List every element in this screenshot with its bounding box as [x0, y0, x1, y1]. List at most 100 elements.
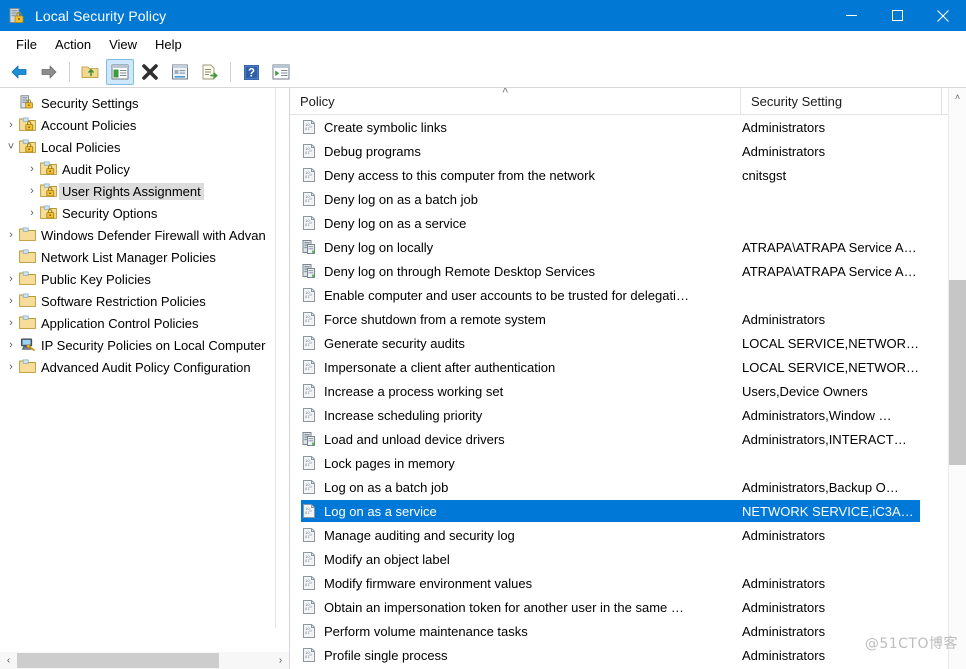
policy-name: Debug programs [324, 143, 421, 159]
list-vertical-scrollbar[interactable]: ˄ [948, 88, 966, 669]
back-icon[interactable] [5, 59, 33, 85]
policy-doc-icon: 10 01 0 [301, 407, 317, 423]
tree-item-local-policies[interactable]: ˅ Local Policies [0, 136, 289, 158]
folder-icon [19, 249, 36, 265]
chevron-right-icon[interactable]: › [24, 205, 40, 221]
menu-bar: File Action View Help [0, 31, 966, 57]
scroll-right-arrow-icon[interactable]: › [272, 652, 289, 669]
tree-item-security-options[interactable]: › Security Options [0, 202, 289, 224]
security-setting-value: NETWORK SERVICE,iC3A… [742, 503, 914, 519]
tree-item-user-rights-assignment[interactable]: › User Rights Assignment [0, 180, 289, 202]
chevron-right-icon[interactable]: › [3, 337, 19, 353]
policy-row[interactable]: 10 01 0 Deny log on as a batch job [290, 187, 966, 211]
folder-icon [19, 315, 36, 331]
tree-item-public-key-policies[interactable]: › Public Key Policies [0, 268, 289, 290]
list-vscroll-thumb[interactable] [949, 280, 966, 465]
policy-row[interactable]: 10 01 0 Lock pages in memory [290, 451, 966, 475]
policy-row[interactable]: 10 01 0 Generate security audits LOCAL SERVI… [290, 331, 966, 355]
menu-file[interactable]: File [7, 34, 46, 55]
tree-hscroll-thumb[interactable] [17, 653, 219, 668]
chevron-right-icon[interactable]: › [3, 293, 19, 309]
security-setting-value: ATRAPA\ATRAPA Service A… [742, 263, 917, 279]
policy-row[interactable]: 10 01 0 Create symbolic links Administrators [290, 115, 966, 139]
policy-name: Deny log on as a service [324, 215, 467, 231]
policy-doc-icon: 10 01 0 [301, 503, 317, 519]
policy-row[interactable]: 10 01 0 Obtain an impersonation token for a… [290, 595, 966, 619]
policy-row[interactable]: Deny log on through Remote Desktop Servi… [290, 259, 966, 283]
tree-item-label: Network List Manager Policies [41, 249, 216, 265]
forward-icon[interactable] [35, 59, 63, 85]
policy-row[interactable]: 10 01 0 Modify firmware environment values A… [290, 571, 966, 595]
policy-doc-icon: 10 01 0 [301, 167, 317, 183]
tree-item-label: Local Policies [41, 139, 121, 155]
policy-doc-icon: 10 01 0 [301, 335, 317, 351]
export-list-icon[interactable] [196, 59, 224, 85]
tree-item-security-settings[interactable]: Security Settings [0, 92, 289, 114]
show-hide-action-pane-icon[interactable] [267, 59, 295, 85]
tree-item-label: Application Control Policies [41, 315, 199, 331]
tree-vertical-scrollbar[interactable] [275, 88, 289, 628]
policy-name: Modify firmware environment values [324, 575, 533, 591]
tree-hscroll-track[interactable] [17, 652, 272, 669]
tree-item-account-policies[interactable]: › Account Policies [0, 114, 289, 136]
policy-row[interactable]: Load and unload device drivers Administra… [290, 427, 966, 451]
chevron-right-icon[interactable]: › [3, 315, 19, 331]
close-button[interactable] [920, 0, 966, 31]
chevron-down-icon[interactable]: ˅ [3, 139, 19, 155]
minimize-button[interactable] [828, 0, 874, 31]
policy-doc-icon: 10 01 0 [301, 527, 317, 543]
policy-row[interactable]: 10 01 0 Perform volume maintenance tasks Adm… [290, 619, 966, 643]
policy-row[interactable]: 10 01 0 Impersonate a client after authenti… [290, 355, 966, 379]
policy-row[interactable]: 10 01 0 Deny log on as a service [290, 211, 966, 235]
tree-item-audit-policy[interactable]: › Audit Policy [0, 158, 289, 180]
policy-doc-icon: 10 01 0 [301, 599, 317, 615]
tree-item-advanced-audit-policy-configuration[interactable]: › Advanced Audit Policy Configuration [0, 356, 289, 378]
tree-item-application-control-policies[interactable]: › Application Control Policies [0, 312, 289, 334]
svg-text:?: ? [247, 67, 254, 79]
policy-folder-icon [40, 161, 57, 177]
policy-row[interactable]: 10 01 0 Manage auditing and security log Adm… [290, 523, 966, 547]
show-hide-console-tree-icon[interactable] [106, 59, 134, 85]
tree-item-windows-defender-firewall-with-advan[interactable]: › Windows Defender Firewall with Advan [0, 224, 289, 246]
chevron-right-icon[interactable]: › [3, 227, 19, 243]
policy-row[interactable]: Deny log on locally ATRAPA\ATRAPA Service… [290, 235, 966, 259]
tree-item-network-list-manager-policies[interactable]: Network List Manager Policies [0, 246, 289, 268]
toolbar-separator-2 [230, 62, 231, 82]
policy-row[interactable]: 10 01 0 Log on as a batch job Administrators… [290, 475, 966, 499]
maximize-button[interactable] [874, 0, 920, 31]
chevron-right-icon[interactable]: › [3, 117, 19, 133]
policy-row[interactable]: 10 01 0 Debug programs Administrators [290, 139, 966, 163]
security-policy-icon [8, 7, 26, 25]
policy-row[interactable]: 10 01 0 Deny access to this computer from t… [290, 163, 966, 187]
help-icon[interactable]: ? [237, 59, 265, 85]
policy-name: Deny log on as a batch job [324, 191, 478, 207]
chevron-right-icon[interactable]: › [3, 271, 19, 287]
policy-row[interactable]: 10 01 0 Log on as a service NETWORK SERVICE,… [290, 499, 966, 523]
policy-row[interactable]: 10 01 0 Profile single process Administrator… [290, 643, 966, 667]
chevron-right-icon[interactable]: › [3, 359, 19, 375]
policy-row[interactable]: 10 01 0 Increase a process working set Users… [290, 379, 966, 403]
scroll-left-arrow-icon[interactable]: ‹ [0, 652, 17, 669]
menu-view[interactable]: View [100, 34, 146, 55]
up-one-level-icon[interactable] [76, 59, 104, 85]
scroll-up-arrow-icon[interactable]: ˄ [949, 88, 966, 105]
tree-item-ip-security-policies-on-local-computer[interactable]: › IP Security Policies on Local Computer [0, 334, 289, 356]
chevron-right-icon[interactable]: › [24, 183, 40, 199]
tree-horizontal-scrollbar[interactable]: ‹ › [0, 652, 289, 669]
policy-name: Increase a process working set [324, 383, 504, 399]
policy-row[interactable]: 10 01 0 Increase scheduling priority Adminis… [290, 403, 966, 427]
chevron-right-icon[interactable]: › [24, 161, 40, 177]
policy-row[interactable]: 10 01 0 Force shutdown from a remote system… [290, 307, 966, 331]
properties-icon[interactable] [166, 59, 194, 85]
policy-row[interactable]: 10 01 0 Modify an object label [290, 547, 966, 571]
policy-name: Load and unload device drivers [324, 431, 505, 447]
policy-row[interactable]: 10 01 0 Enable computer and user accounts t… [290, 283, 966, 307]
tree-item-software-restriction-policies[interactable]: › Software Restriction Policies [0, 290, 289, 312]
toolbar: ? [0, 57, 966, 88]
delete-icon[interactable] [136, 59, 164, 85]
column-header-security-setting[interactable]: Security Setting [741, 88, 942, 114]
column-header-policy[interactable]: Policy ˄ [290, 88, 741, 114]
menu-action[interactable]: Action [46, 34, 100, 55]
menu-help[interactable]: Help [146, 34, 191, 55]
title-bar: Local Security Policy [0, 0, 966, 31]
